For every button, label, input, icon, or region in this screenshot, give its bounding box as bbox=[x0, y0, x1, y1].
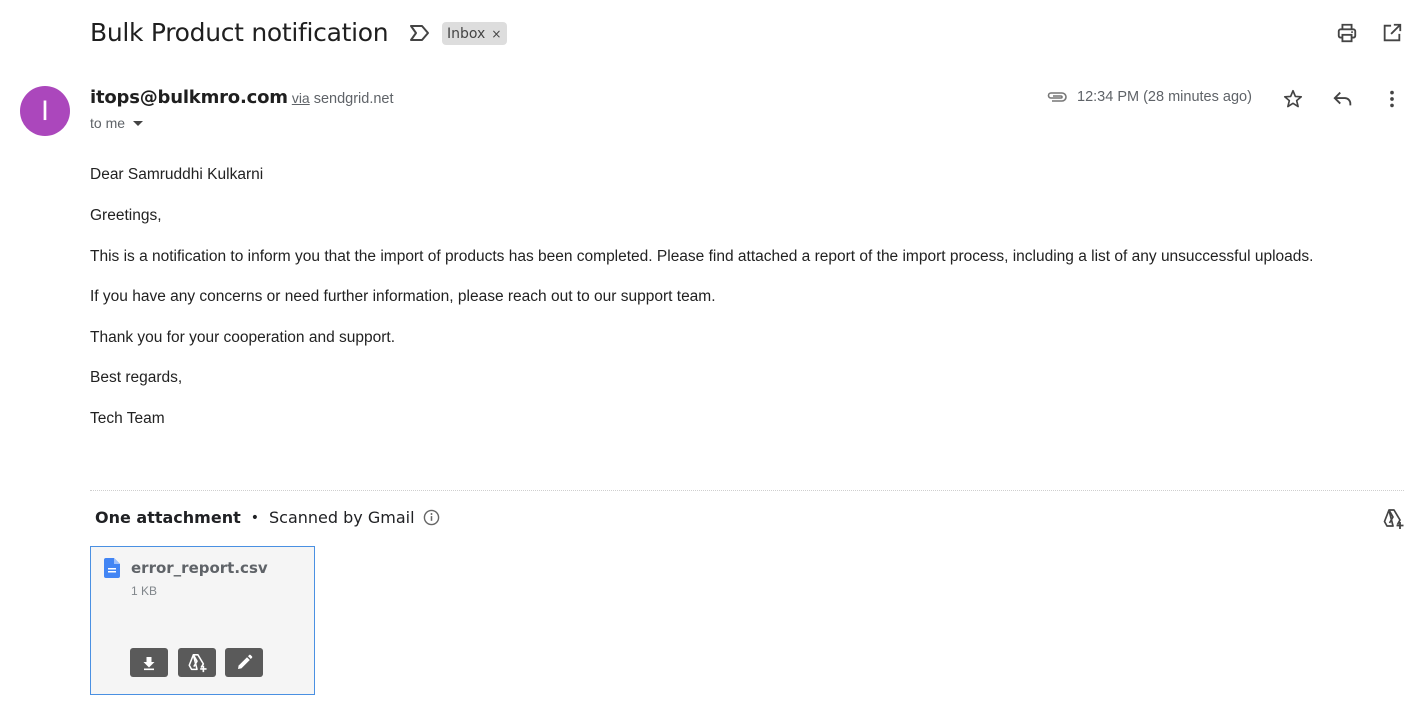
attachment-file-size: 1 KB bbox=[131, 584, 158, 598]
open-in-new-window-button[interactable] bbox=[1376, 17, 1408, 49]
inbox-label-text: Inbox bbox=[447, 25, 486, 42]
attachments-header: One attachment • Scanned by Gmail bbox=[95, 508, 440, 527]
attachments-divider bbox=[90, 490, 1404, 491]
edit-icon bbox=[238, 654, 253, 669]
body-paragraph: Thank you for your cooperation and suppo… bbox=[90, 329, 396, 346]
body-paragraph: Greetings, bbox=[90, 207, 162, 224]
sender-email[interactable]: itops@bulkmro.com bbox=[90, 87, 288, 108]
download-attachment-button[interactable] bbox=[130, 648, 168, 677]
add-all-to-drive-button[interactable] bbox=[1377, 503, 1409, 535]
important-marker-icon[interactable] bbox=[409, 24, 431, 42]
attachment-clip-icon bbox=[1047, 92, 1067, 102]
body-paragraph: If you have any concerns or need further… bbox=[90, 288, 716, 305]
remove-label-button[interactable]: × bbox=[491, 27, 501, 41]
via-domain: sendgrid.net bbox=[313, 91, 394, 107]
edit-with-docs-button[interactable] bbox=[225, 648, 263, 677]
doc-icon bbox=[104, 558, 120, 578]
more-options-button[interactable] bbox=[1376, 83, 1408, 115]
email-subject: Bulk Product notification bbox=[90, 18, 389, 47]
add-to-drive-icon bbox=[188, 653, 207, 672]
body-paragraph: This is a notification to inform you tha… bbox=[90, 248, 1314, 265]
attachment-file-name: error_report.csv bbox=[131, 559, 268, 577]
add-to-drive-button[interactable] bbox=[178, 648, 216, 677]
info-icon[interactable] bbox=[423, 509, 440, 526]
show-details-caret-icon[interactable] bbox=[133, 120, 144, 126]
attachment-card[interactable]: error_report.csv 1 KB bbox=[90, 546, 315, 695]
email-timestamp: 12:34 PM (28 minutes ago) bbox=[1077, 89, 1252, 105]
star-button[interactable] bbox=[1277, 83, 1309, 115]
recipient-text: to me bbox=[90, 115, 126, 131]
more-vert-icon bbox=[1390, 90, 1394, 108]
scan-status: Scanned by Gmail bbox=[269, 508, 415, 527]
star-icon bbox=[1283, 89, 1303, 108]
reply-button[interactable] bbox=[1327, 83, 1359, 115]
body-paragraph: Tech Team bbox=[90, 410, 165, 427]
inbox-label-chip: Inbox × bbox=[442, 22, 508, 45]
reply-icon bbox=[1333, 91, 1352, 106]
body-paragraph: Best regards, bbox=[90, 369, 183, 386]
separator-dot: • bbox=[250, 509, 260, 526]
add-to-drive-icon bbox=[1383, 509, 1404, 529]
print-icon bbox=[1337, 23, 1357, 43]
recipient-line: to me bbox=[90, 115, 144, 131]
open-in-new-window-icon bbox=[1383, 23, 1402, 42]
attachment-count: One attachment bbox=[95, 508, 241, 527]
print-button[interactable] bbox=[1331, 17, 1363, 49]
body-paragraph: Dear Samruddhi Kulkarni bbox=[90, 166, 264, 183]
sender-avatar[interactable]: I bbox=[20, 86, 70, 136]
download-icon bbox=[143, 656, 155, 670]
via-link[interactable]: via bbox=[292, 90, 310, 106]
sender-line: itops@bulkmro.com via sendgrid.net bbox=[90, 87, 394, 108]
